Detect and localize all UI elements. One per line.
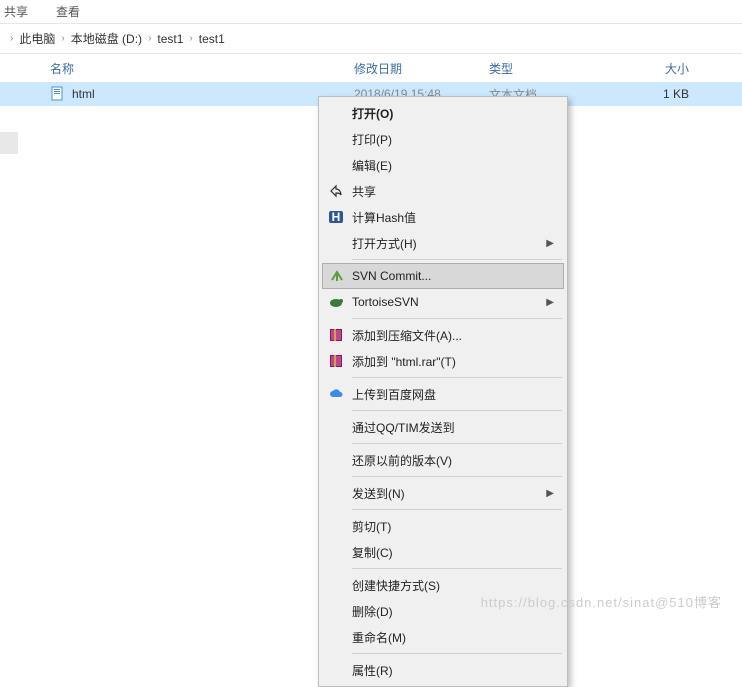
menu-separator [352, 653, 562, 654]
file-name: html [72, 87, 354, 101]
tab-view[interactable]: 查看 [56, 3, 80, 20]
tab-share[interactable]: 共享 [4, 3, 28, 20]
menu-baidu[interactable]: 上传到百度网盘 [322, 381, 564, 407]
chevron-right-icon: ▶ [546, 488, 554, 499]
svg-text:H: H [332, 210, 341, 224]
menu-separator [352, 259, 562, 260]
menu-openwith[interactable]: 打开方式(H)▶ [322, 230, 564, 256]
menu-add-archive[interactable]: 添加到压缩文件(A)... [322, 322, 564, 348]
menu-open[interactable]: 打开(O) [322, 100, 564, 126]
menu-share[interactable]: 共享 [322, 178, 564, 204]
menu-separator [352, 443, 562, 444]
column-date[interactable]: 修改日期 [354, 60, 489, 77]
chevron-right-icon: ▶ [546, 238, 554, 249]
menu-separator [352, 568, 562, 569]
menu-cut[interactable]: 剪切(T) [322, 513, 564, 539]
chevron-right-icon: › [189, 33, 192, 44]
menu-print[interactable]: 打印(P) [322, 126, 564, 152]
breadcrumb[interactable]: › 此电脑 › 本地磁盘 (D:) › test1 › test1 [0, 24, 742, 54]
menu-copy[interactable]: 复制(C) [322, 539, 564, 565]
breadcrumb-item[interactable]: 本地磁盘 (D:) [71, 30, 142, 47]
rar-icon [327, 326, 345, 344]
file-size: 1 KB [629, 87, 689, 101]
chevron-right-icon: › [148, 33, 151, 44]
menu-separator [352, 318, 562, 319]
window-tabs: 共享 查看 [0, 0, 742, 24]
menu-separator [352, 509, 562, 510]
chevron-right-icon: › [61, 33, 64, 44]
hash-icon: H [327, 208, 345, 226]
nav-stub [0, 132, 18, 154]
svn-commit-icon [328, 267, 346, 285]
rar-icon [327, 352, 345, 370]
column-size[interactable]: 大小 [629, 60, 689, 77]
watermark: https://blog.csdn.net/sinat@510博客 [481, 592, 722, 611]
menu-separator [352, 410, 562, 411]
menu-svn-commit[interactable]: SVN Commit... [322, 263, 564, 289]
breadcrumb-item[interactable]: 此电脑 [19, 30, 55, 47]
menu-add-rar[interactable]: 添加到 "html.rar"(T) [322, 348, 564, 374]
column-name[interactable]: 名称 [50, 60, 354, 77]
menu-rename[interactable]: 重命名(M) [322, 624, 564, 650]
menu-edit[interactable]: 编辑(E) [322, 152, 564, 178]
column-headers: 名称 修改日期 类型 大小 [0, 54, 742, 82]
breadcrumb-item[interactable]: test1 [199, 32, 225, 46]
menu-tortoisesvn[interactable]: TortoiseSVN▶ [322, 289, 564, 315]
file-icon [50, 86, 66, 102]
share-icon [327, 182, 345, 200]
breadcrumb-item[interactable]: test1 [157, 32, 183, 46]
menu-separator [352, 476, 562, 477]
menu-restore[interactable]: 还原以前的版本(V) [322, 447, 564, 473]
menu-hash[interactable]: H 计算Hash值 [322, 204, 564, 230]
menu-properties[interactable]: 属性(R) [322, 657, 564, 683]
chevron-right-icon: › [10, 33, 13, 44]
tortoise-icon [327, 293, 345, 311]
chevron-right-icon: ▶ [546, 297, 554, 308]
column-type[interactable]: 类型 [489, 60, 629, 77]
menu-qqtim[interactable]: 通过QQ/TIM发送到 [322, 414, 564, 440]
menu-sendto[interactable]: 发送到(N)▶ [322, 480, 564, 506]
menu-separator [352, 377, 562, 378]
cloud-icon [327, 385, 345, 403]
